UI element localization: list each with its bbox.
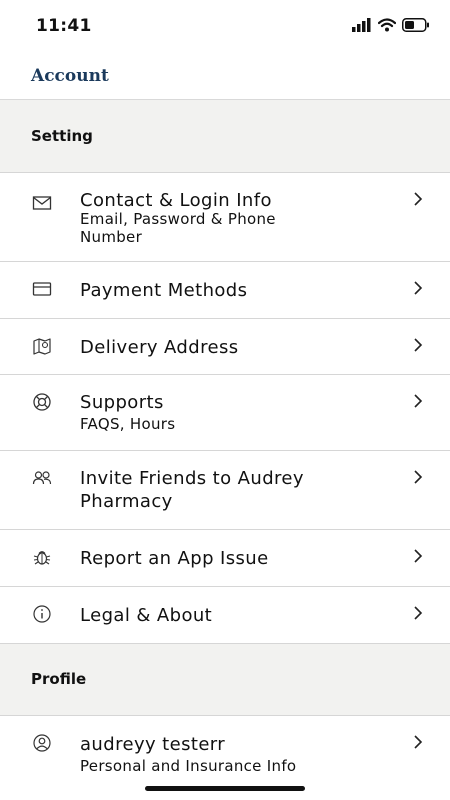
status-time: 11:41 bbox=[36, 16, 92, 36]
row-title: Delivery Address bbox=[80, 337, 239, 358]
bug-icon bbox=[33, 551, 51, 565]
section-label-setting: Setting bbox=[31, 127, 93, 145]
section-setting: Setting bbox=[0, 100, 450, 173]
credit-card-icon bbox=[32, 282, 52, 296]
status-bar: 11:41 bbox=[0, 0, 450, 54]
row-title: Report an App Issue bbox=[80, 548, 269, 569]
row-legal-about[interactable]: Legal & About bbox=[0, 587, 450, 644]
map-pin-icon bbox=[33, 338, 51, 355]
chevron-right-icon bbox=[414, 606, 423, 620]
row-title: Payment Methods bbox=[80, 280, 248, 301]
row-subtitle: FAQS, Hours bbox=[80, 415, 176, 433]
row-title: Supports bbox=[80, 392, 164, 413]
row-subtitle: Number bbox=[80, 228, 143, 246]
row-delivery-address[interactable]: Delivery Address bbox=[0, 319, 450, 375]
status-icons bbox=[352, 18, 430, 32]
row-title: Legal & About bbox=[80, 605, 213, 626]
page-title: Account bbox=[31, 66, 109, 86]
row-payment-methods[interactable]: Payment Methods bbox=[0, 262, 450, 319]
row-title: audreyy testerr bbox=[80, 734, 226, 755]
users-icon bbox=[32, 471, 52, 485]
row-title: Invite Friends to Audrey bbox=[80, 468, 304, 489]
chevron-right-icon bbox=[414, 338, 423, 352]
row-contact-login[interactable]: Contact & Login Info Email, Password & P… bbox=[0, 173, 450, 262]
chevron-right-icon bbox=[414, 735, 423, 749]
home-indicator[interactable] bbox=[145, 786, 305, 791]
row-subtitle: Personal and Insurance Info bbox=[80, 757, 297, 775]
chevron-right-icon bbox=[414, 281, 423, 295]
row-subtitle: Email, Password & Phone bbox=[80, 210, 276, 228]
info-icon bbox=[33, 605, 51, 623]
chevron-right-icon bbox=[414, 394, 423, 408]
envelope-icon bbox=[32, 196, 52, 210]
row-title: Pharmacy bbox=[80, 491, 173, 512]
chevron-right-icon bbox=[414, 192, 423, 206]
nav-header: Account bbox=[0, 54, 450, 100]
user-circle-icon bbox=[33, 734, 51, 752]
chevron-right-icon bbox=[414, 549, 423, 563]
section-profile: Profile bbox=[0, 644, 450, 716]
section-label-profile: Profile bbox=[31, 670, 87, 688]
battery-icon bbox=[402, 18, 429, 32]
lifebuoy-icon bbox=[33, 393, 51, 411]
wifi-icon bbox=[378, 18, 396, 32]
signal-icon bbox=[352, 18, 371, 32]
row-supports[interactable]: Supports FAQS, Hours bbox=[0, 375, 450, 451]
row-report-issue[interactable]: Report an App Issue bbox=[0, 530, 450, 587]
chevron-right-icon bbox=[414, 470, 423, 484]
row-title: Contact & Login Info bbox=[80, 190, 272, 211]
row-invite-friends[interactable]: Invite Friends to Audrey Pharmacy bbox=[0, 451, 450, 530]
